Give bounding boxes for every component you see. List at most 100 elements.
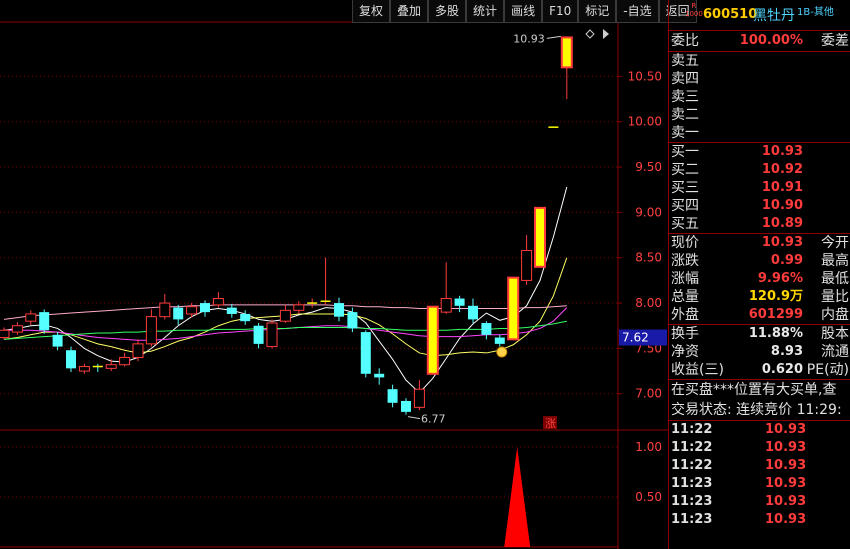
stat-value: 8.93 bbox=[770, 344, 803, 359]
toolbar-button[interactable]: 复权 bbox=[352, 0, 391, 23]
candle bbox=[212, 292, 224, 308]
lower-tick-label: 0.50 bbox=[635, 490, 662, 504]
candle bbox=[173, 304, 184, 325]
candle-body-up bbox=[11, 325, 23, 333]
candle bbox=[374, 368, 385, 385]
toolbar-button[interactable]: -自选 bbox=[616, 0, 659, 23]
tick-price: 10.93 bbox=[765, 458, 807, 473]
buy-row[interactable]: 买三 10.91 bbox=[669, 179, 850, 197]
toolbar-button[interactable]: 叠加 bbox=[390, 0, 429, 23]
buy-book: 买一 10.93 买二 10.92 买三 10.91 买四 10.90 买五 10.89 bbox=[669, 142, 850, 233]
candle bbox=[360, 330, 371, 378]
candle-body-down bbox=[374, 373, 385, 378]
candle-body-up bbox=[440, 298, 452, 313]
sell-book: 卖五 卖四 卖三卖二 卖一 bbox=[669, 51, 850, 142]
sell-level-label: 卖三 bbox=[671, 89, 699, 105]
r-badge-letter: R bbox=[691, 2, 697, 10]
stat-label-2: 今开 bbox=[821, 235, 849, 251]
toolbar-button[interactable]: F10 bbox=[542, 0, 579, 23]
buy-level-price: 10.92 bbox=[761, 162, 803, 177]
candle-body-down bbox=[253, 325, 264, 344]
y-tick-label: 9.50 bbox=[635, 160, 662, 174]
lower-tick-label: 1.00 bbox=[635, 440, 662, 454]
stock-name: 黑牡丹 bbox=[753, 8, 795, 24]
sell-row[interactable]: 卖二 bbox=[669, 106, 850, 124]
candle bbox=[279, 304, 291, 324]
candle bbox=[52, 332, 63, 351]
candle-body-down bbox=[347, 312, 358, 329]
candle-body-down bbox=[200, 303, 210, 313]
candle bbox=[293, 301, 305, 314]
candle bbox=[401, 398, 411, 415]
candle bbox=[132, 339, 144, 362]
candle-body-down bbox=[226, 307, 237, 314]
buy-level-price: 10.89 bbox=[761, 216, 803, 231]
sell-row[interactable]: 卖四 bbox=[669, 70, 850, 88]
toolbar-button[interactable]: 多股 bbox=[428, 0, 467, 23]
tick-price: 10.93 bbox=[765, 494, 807, 509]
sell-row[interactable]: 卖一 bbox=[669, 124, 850, 142]
stat-row: 外盘 601299 内盘 bbox=[669, 306, 850, 324]
tick-row: 11:23 10.93 bbox=[669, 493, 850, 511]
high-annotation: 10.93 bbox=[513, 32, 545, 45]
stat-label: 现价 bbox=[671, 235, 699, 251]
low-annotation: 6.77 bbox=[421, 413, 446, 426]
tick-row: 11:23 10.93 bbox=[669, 475, 850, 493]
candle-body-down bbox=[334, 303, 344, 317]
sell-row[interactable]: 卖五 bbox=[669, 52, 850, 70]
buy-row[interactable]: 买二 10.92 bbox=[669, 161, 850, 179]
candle bbox=[307, 298, 318, 308]
candle bbox=[413, 380, 425, 411]
candle bbox=[334, 297, 344, 322]
trade-status: 交易状态: 连续竞价 11:29: bbox=[671, 402, 842, 418]
candle bbox=[481, 321, 492, 340]
candle bbox=[266, 319, 278, 349]
weicha-label: 委差 bbox=[821, 33, 849, 49]
candle bbox=[119, 352, 131, 367]
stat-label-2: 最低 bbox=[821, 271, 849, 287]
candle-body-limit-up bbox=[560, 36, 573, 69]
candle-body-up bbox=[25, 313, 37, 322]
candle-body-down bbox=[494, 337, 505, 344]
stats-block-2: 换手 11.88% 股本 净资 8.93 流通 收益(三) 0.620 PE(动) bbox=[669, 324, 850, 379]
stat-label: 收益(三) bbox=[671, 362, 724, 378]
stat-label-2: 内盘 bbox=[821, 307, 849, 323]
tick-row: 11:22 10.93 bbox=[669, 457, 850, 475]
candle-body-up bbox=[105, 364, 117, 369]
play-icon bbox=[603, 29, 609, 39]
toolbar-button[interactable]: 画线 bbox=[504, 0, 543, 23]
candle bbox=[226, 303, 237, 318]
sell-row[interactable]: 卖三 bbox=[669, 88, 850, 106]
candle-body-down bbox=[387, 389, 398, 403]
tick-price: 10.93 bbox=[765, 476, 807, 491]
weibi-label: 委比 bbox=[671, 33, 699, 49]
buy-level-label: 买三 bbox=[671, 180, 699, 196]
buy-row[interactable]: 买一 10.93 bbox=[669, 143, 850, 161]
candle-body-up bbox=[0, 329, 10, 339]
candle-body-limit-up bbox=[534, 206, 546, 268]
candle-body-limit-up bbox=[426, 305, 439, 375]
toolbar-button[interactable]: 标记 bbox=[578, 0, 617, 23]
stat-value: 0.99 bbox=[770, 253, 803, 268]
candle bbox=[468, 298, 478, 324]
stat-row: 总量 120.9万 量比 bbox=[669, 288, 850, 306]
buy-level-price: 10.90 bbox=[761, 198, 803, 213]
toolbar-button[interactable]: 统计 bbox=[466, 0, 505, 23]
kline-chart[interactable]: 10.5010.009.509.008.508.007.507.007.6210… bbox=[0, 0, 668, 549]
weibi-value: 100.00% bbox=[739, 33, 803, 48]
buy-level-price: 10.93 bbox=[761, 144, 803, 159]
stat-label: 涨跌 bbox=[671, 253, 699, 269]
weibi-row: 委比 100.00% 委差 bbox=[669, 30, 850, 51]
buy-row[interactable]: 买四 10.90 bbox=[669, 197, 850, 215]
stat-label: 总量 bbox=[671, 289, 699, 305]
stock-header: R 1000 600510 黑牡丹 1B-其他 bbox=[669, 0, 850, 30]
stat-row: 涨幅 9.96% 最低 bbox=[669, 270, 850, 288]
stat-label-2: PE(动) bbox=[806, 362, 849, 378]
stats-block: 现价 10.93 今开 涨跌 0.99 最高 涨幅 9.96% 最低 总量 120.9万 量比 外盘 60… bbox=[669, 233, 850, 324]
candle-body-up bbox=[119, 356, 131, 366]
sell-level-label: 卖二 bbox=[671, 107, 699, 123]
candle bbox=[387, 384, 398, 408]
stat-row: 净资 8.93 流通 bbox=[669, 343, 850, 361]
buy-row[interactable]: 买五 10.89 bbox=[669, 215, 850, 233]
candle-body-up bbox=[293, 304, 305, 311]
